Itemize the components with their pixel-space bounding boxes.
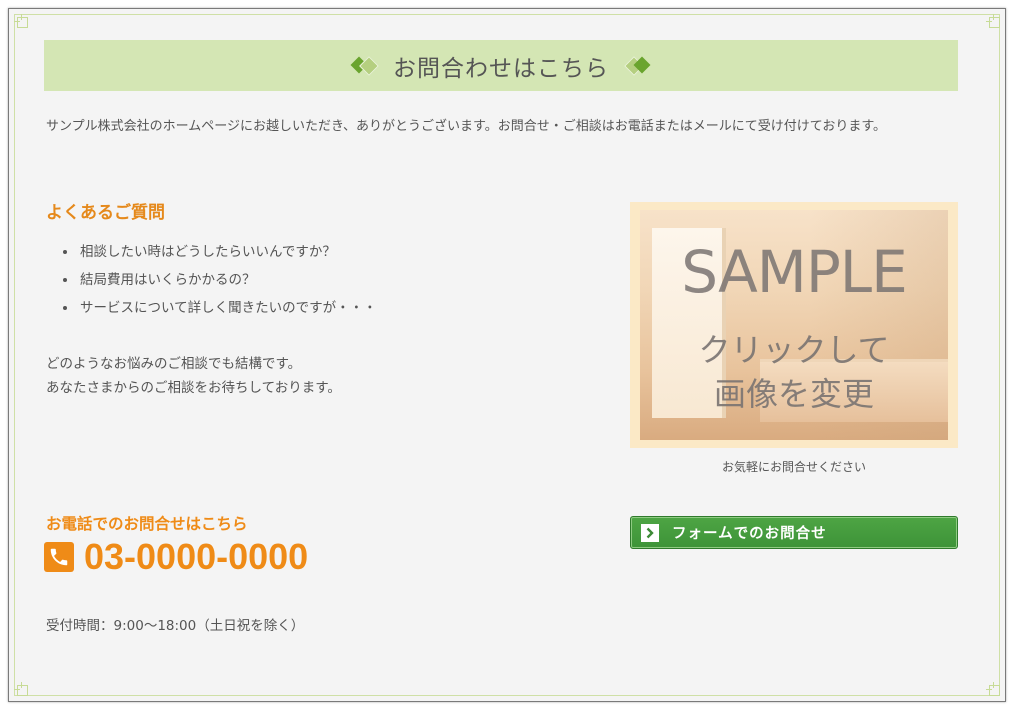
note-line: どのようなお悩みのご相談でも結構です。 (46, 356, 302, 372)
chevron-right-icon (641, 523, 659, 542)
room-photo: SAMPLE クリックして 画像を変更 (640, 210, 948, 440)
faq-title: よくあるご質問 (46, 203, 165, 223)
phone-number[interactable]: 03-0000-0000 (84, 536, 308, 578)
page-title: お問合わせはこちら (393, 55, 609, 82)
corner-ornament (14, 682, 28, 696)
faq-item: 相談したい時はどうしたらいいんですか？ (78, 238, 377, 266)
faq-list: 相談したい時はどうしたらいいんですか？ 結局費用はいくらかかるの？ サービスにつ… (46, 238, 377, 322)
sample-watermark: SAMPLE (681, 238, 908, 306)
contact-form-button[interactable]: フォームでのお問合せ (630, 516, 958, 549)
sample-instruction: クリックして 画像を変更 (640, 328, 948, 416)
diamond-ornament-icon (350, 55, 379, 76)
diamond-ornament-icon (624, 55, 651, 76)
image-caption: お気軽にお問合せください (721, 460, 866, 474)
form-button-label: フォームでのお問合せ (672, 526, 827, 542)
instruction-line: 画像を変更 (713, 375, 874, 413)
corner-ornament (14, 14, 28, 28)
faq-item: 結局費用はいくらかかるの？ (78, 266, 377, 294)
section-heading: お問合わせはこちら (44, 40, 958, 91)
faq-item: サービスについて詳しく聞きたいのですが・・・ (78, 294, 377, 322)
phone-title: お電話でのお問合せはこちら (46, 515, 248, 533)
intro-text: サンプル株式会社のホームページにお越しいただき、ありがとうございます。お問合せ・… (46, 119, 887, 134)
corner-ornament (986, 14, 1000, 28)
phone-contact: 03-0000-0000 (44, 536, 308, 578)
phone-icon (44, 542, 74, 572)
corner-ornament (986, 682, 1000, 696)
consultation-note: どのようなお悩みのご相談でも結構です。 あなたさまからのご相談をお待ちしておりま… (46, 352, 341, 400)
sample-image[interactable]: SAMPLE クリックして 画像を変更 (630, 202, 958, 448)
business-hours: 受付時間：9:00〜18:00（土日祝を除く） (46, 618, 305, 634)
instruction-line: クリックして (698, 331, 890, 369)
note-line: あなたさまからのご相談をお待ちしております。 (46, 380, 341, 396)
